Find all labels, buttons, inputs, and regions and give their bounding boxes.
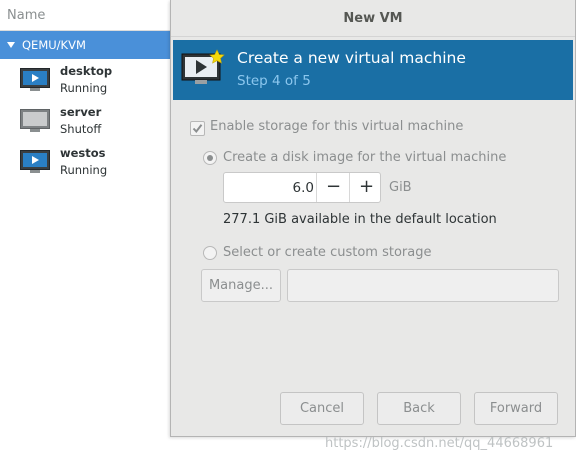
vm-row-server[interactable]: server Shutoff bbox=[0, 100, 172, 141]
disk-image-label: Create a disk image for the virtual mach… bbox=[223, 150, 507, 165]
enable-storage-label: Enable storage for this virtual machine bbox=[210, 119, 464, 134]
vm-row-desktop[interactable]: desktop Running bbox=[0, 59, 172, 100]
radio-selected-dot bbox=[207, 155, 213, 161]
checkmark-icon bbox=[192, 124, 203, 134]
disk-image-radio[interactable] bbox=[203, 151, 217, 165]
wizard-step: Step 4 of 5 bbox=[237, 73, 311, 89]
connection-label: QEMU/KVM bbox=[22, 38, 86, 52]
vm-state: Shutoff bbox=[60, 122, 102, 136]
cancel-button[interactable]: Cancel bbox=[280, 392, 364, 425]
decrement-button[interactable]: − bbox=[316, 173, 350, 202]
increment-button[interactable]: + bbox=[349, 173, 383, 202]
wizard-title: Create a new virtual machine bbox=[237, 49, 466, 67]
enable-storage-checkbox[interactable] bbox=[190, 121, 205, 136]
wizard-banner: Create a new virtual machine Step 4 of 5 bbox=[173, 40, 573, 100]
dialog-title[interactable]: New VM bbox=[171, 0, 575, 37]
vm-shutoff-icon bbox=[20, 109, 50, 132]
watermark: https://blog.csdn.net/qq_44668961 bbox=[325, 436, 554, 451]
custom-storage-label: Select or create custom storage bbox=[223, 245, 432, 260]
name-column-header[interactable]: Name bbox=[0, 0, 172, 31]
storage-path-input[interactable] bbox=[287, 269, 559, 302]
back-button[interactable]: Back bbox=[377, 392, 461, 425]
expander-icon[interactable] bbox=[7, 41, 15, 48]
custom-storage-radio[interactable] bbox=[203, 246, 217, 260]
manage-button[interactable]: Manage... bbox=[201, 269, 281, 302]
disk-unit-label: GiB bbox=[389, 180, 412, 195]
vm-running-icon bbox=[20, 68, 50, 91]
new-vm-icon bbox=[181, 49, 225, 84]
connection-row-qemu-kvm[interactable]: QEMU/KVM bbox=[0, 31, 172, 59]
vm-name: server bbox=[60, 105, 102, 119]
vm-running-icon bbox=[20, 150, 50, 173]
disk-size-input[interactable]: 6.0 bbox=[224, 173, 314, 202]
forward-button[interactable]: Forward bbox=[474, 392, 558, 425]
available-space-label: 277.1 GiB available in the default locat… bbox=[223, 212, 497, 227]
disk-size-spinner[interactable]: 6.0 − + bbox=[223, 172, 381, 203]
vm-name: westos bbox=[60, 146, 106, 160]
vm-state: Running bbox=[60, 163, 108, 177]
vm-row-westos[interactable]: westos Running bbox=[0, 141, 172, 182]
vm-name: desktop bbox=[60, 64, 113, 78]
vm-manager-list: Name QEMU/KVM desktop Running server Shu… bbox=[0, 0, 172, 461]
vm-state: Running bbox=[60, 81, 108, 95]
